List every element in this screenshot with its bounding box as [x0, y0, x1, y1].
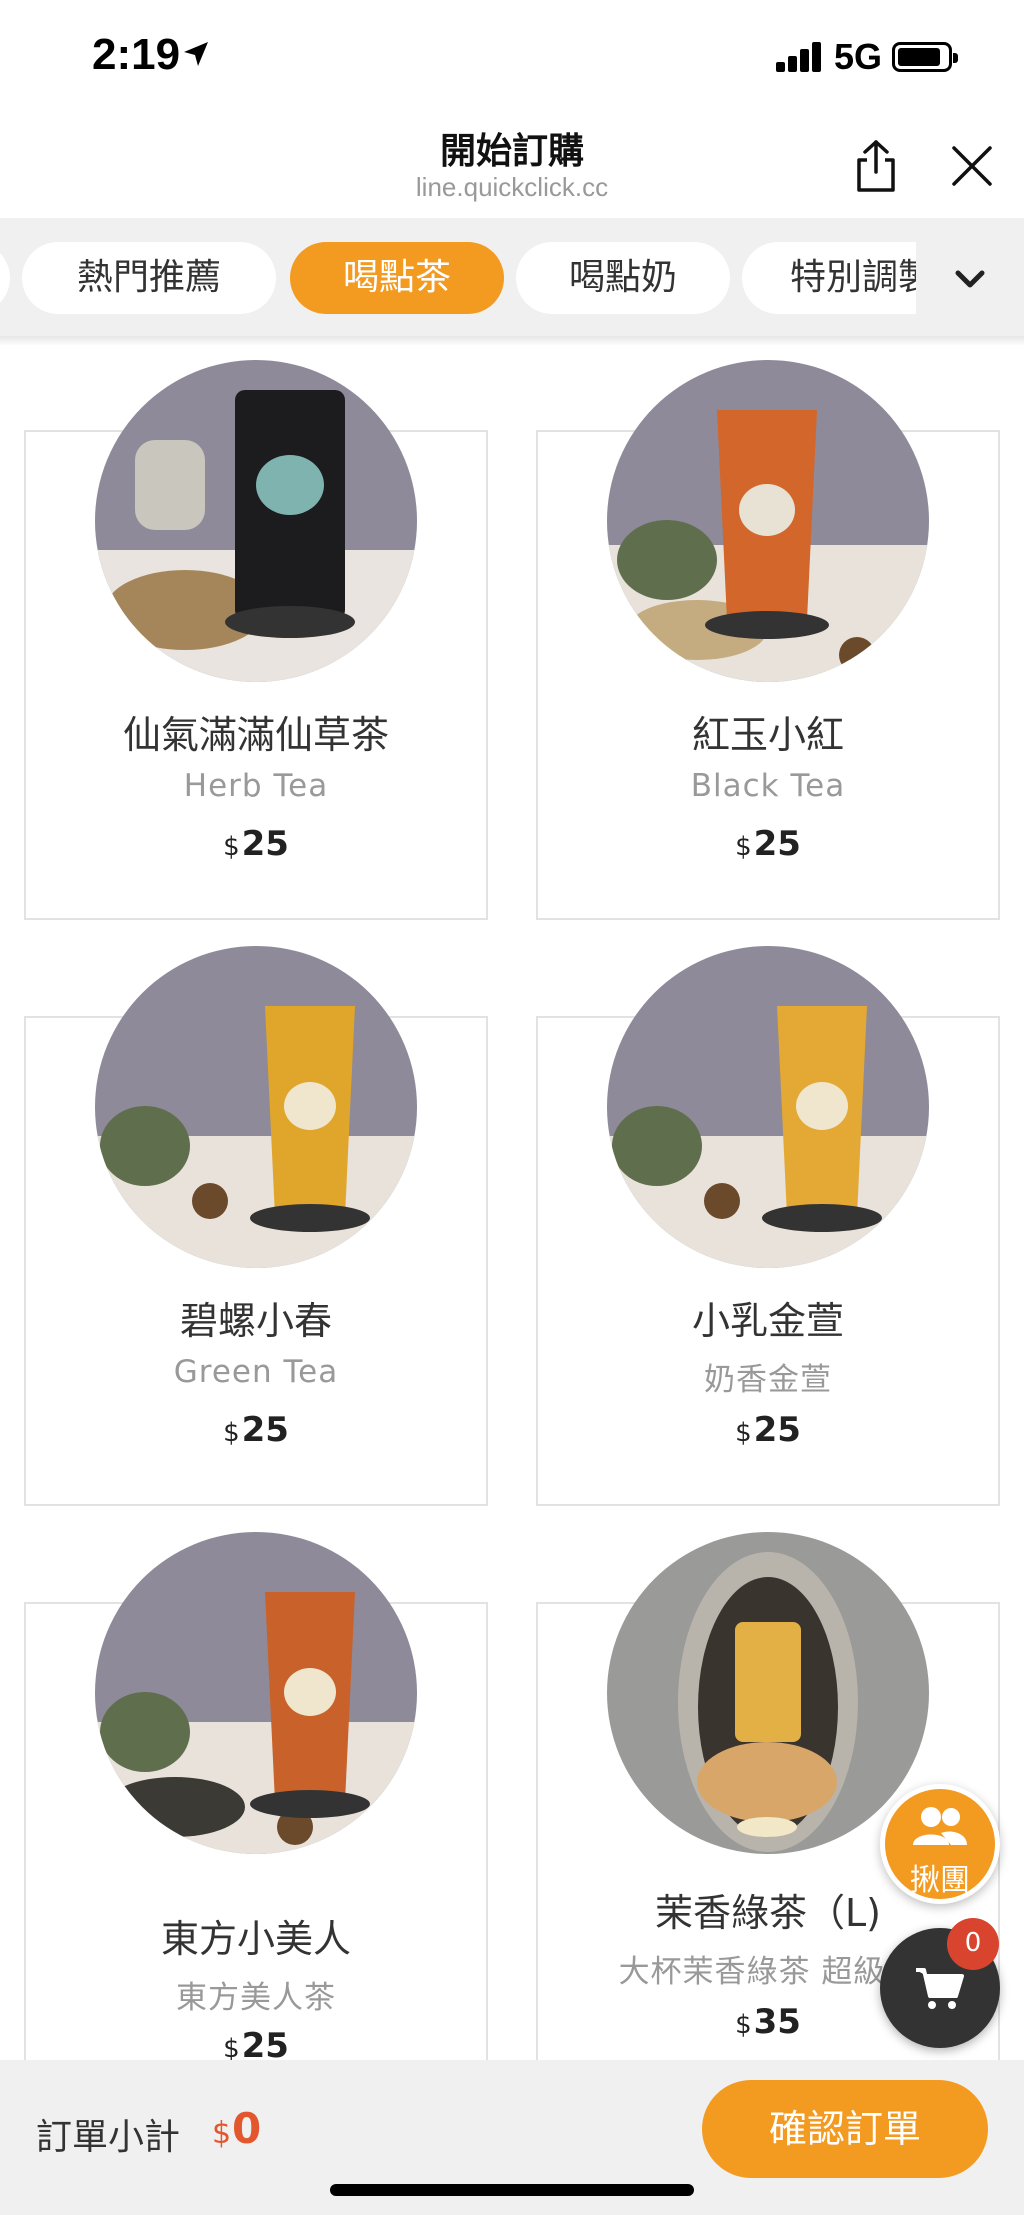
- product-photo[interactable]: [95, 360, 417, 682]
- tab-partial-left[interactable]: [0, 242, 10, 314]
- battery-icon: [892, 42, 958, 72]
- product-photo[interactable]: [95, 1532, 417, 1854]
- product-photo[interactable]: [607, 946, 929, 1268]
- cart-icon: [916, 1968, 964, 2009]
- product-subtitle: 奶香金萱: [704, 1362, 832, 1398]
- group-order-label: 揪團: [910, 1863, 970, 1898]
- product-subtitle: Green Tea: [173, 1354, 339, 1390]
- product-price: $25: [735, 824, 801, 864]
- subtotal-currency: $: [212, 2116, 232, 2151]
- location-arrow-icon: [184, 42, 208, 66]
- close-icon[interactable]: [948, 142, 996, 190]
- confirm-order-button[interactable]: 確認訂單: [702, 2080, 988, 2178]
- product-price: $25: [735, 1410, 801, 1450]
- home-indicator: [330, 2184, 694, 2196]
- network-label: 5G: [834, 36, 883, 77]
- header: 開始訂購 line.quickclick.cc: [0, 110, 1024, 218]
- subtotal-value: 0: [232, 2104, 262, 2153]
- subtotal-label: 訂單小計: [36, 2117, 181, 2158]
- status-time: 2:19: [92, 30, 181, 79]
- product-name: 紅玉小紅: [691, 713, 844, 757]
- category-tabs: 熱門推薦 喝點茶 喝點奶 特別調製: [0, 218, 1024, 336]
- product-name: 東方小美人: [160, 1917, 351, 1961]
- people-icon: [913, 1807, 967, 1845]
- share-icon[interactable]: [850, 138, 902, 194]
- product-subtitle: 東方美人茶: [176, 1980, 336, 2016]
- product-subtitle: Black Tea: [690, 768, 846, 804]
- product-photo[interactable]: [95, 946, 417, 1268]
- product-name: 碧螺小春: [179, 1299, 332, 1343]
- tab-tea[interactable]: 喝點茶: [290, 242, 504, 314]
- product-name: 小乳金萱: [691, 1299, 844, 1343]
- tab-milk[interactable]: 喝點奶: [516, 242, 730, 314]
- signal-icon: [776, 40, 824, 72]
- product-photo[interactable]: [607, 1532, 929, 1854]
- product-price: $25: [223, 1410, 289, 1450]
- product-name: 仙氣滿滿仙草茶: [122, 713, 389, 757]
- tab-popular[interactable]: 熱門推薦: [22, 242, 276, 314]
- cart-count-badge: 0: [947, 1918, 999, 1970]
- product-price: $25: [223, 824, 289, 864]
- group-order-button[interactable]: 揪團: [880, 1784, 1000, 1904]
- chevron-down-icon[interactable]: [950, 260, 990, 300]
- product-photo[interactable]: [607, 360, 929, 682]
- status-bar: 2:19 5G: [0, 0, 1024, 110]
- product-subtitle: Herb Tea: [183, 768, 329, 804]
